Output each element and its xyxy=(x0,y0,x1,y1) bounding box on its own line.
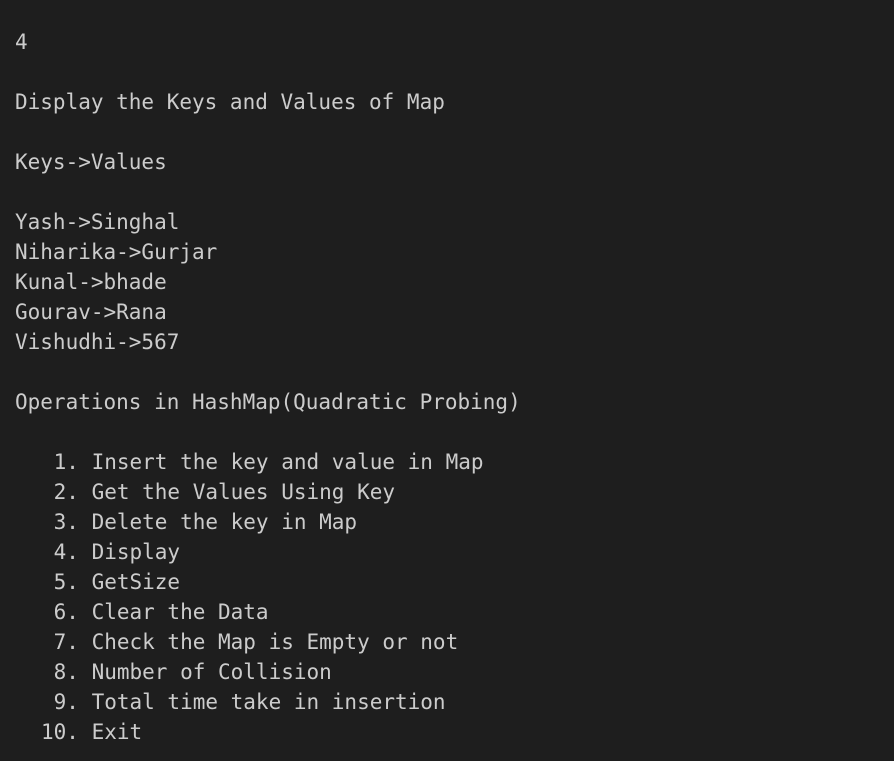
menu-item-insertion-time: 9. Total time take in insertion xyxy=(41,690,446,714)
map-entry: Gourav->Rana xyxy=(15,300,167,324)
terminal-output: 4 Display the Keys and Values of Map Key… xyxy=(0,0,894,761)
menu-item-display: 4. Display xyxy=(41,540,181,564)
menu-title: Operations in HashMap(Quadratic Probing) xyxy=(15,390,521,414)
map-entry: Kunal->bhade xyxy=(15,270,167,294)
menu-item-insert: 1. Insert the key and value in Map xyxy=(41,450,484,474)
map-entry: Vishudhi->567 xyxy=(15,330,180,354)
map-entries: Yash->Singhal Niharika->Gurjar Kunal->bh… xyxy=(15,207,894,357)
map-entry: Yash->Singhal xyxy=(15,210,180,234)
display-header: Display the Keys and Values of Map xyxy=(15,90,445,114)
map-entry: Niharika->Gurjar xyxy=(15,240,218,264)
menu-item-clear: 6. Clear the Data xyxy=(41,600,269,624)
menu-item-check-empty: 7. Check the Map is Empty or not xyxy=(41,630,459,654)
menu-item-get: 2. Get the Values Using Key xyxy=(41,480,396,504)
menu-item-exit: 10. Exit xyxy=(41,720,143,744)
menu-item-collisions: 8. Number of Collision xyxy=(41,660,332,684)
menu-list: 1. Insert the key and value in Map 2. Ge… xyxy=(15,447,894,747)
input-echo: 4 xyxy=(15,30,28,54)
menu-item-delete: 3. Delete the key in Map xyxy=(41,510,358,534)
columns-header: Keys->Values xyxy=(15,150,167,174)
menu-item-getsize: 5. GetSize xyxy=(41,570,181,594)
